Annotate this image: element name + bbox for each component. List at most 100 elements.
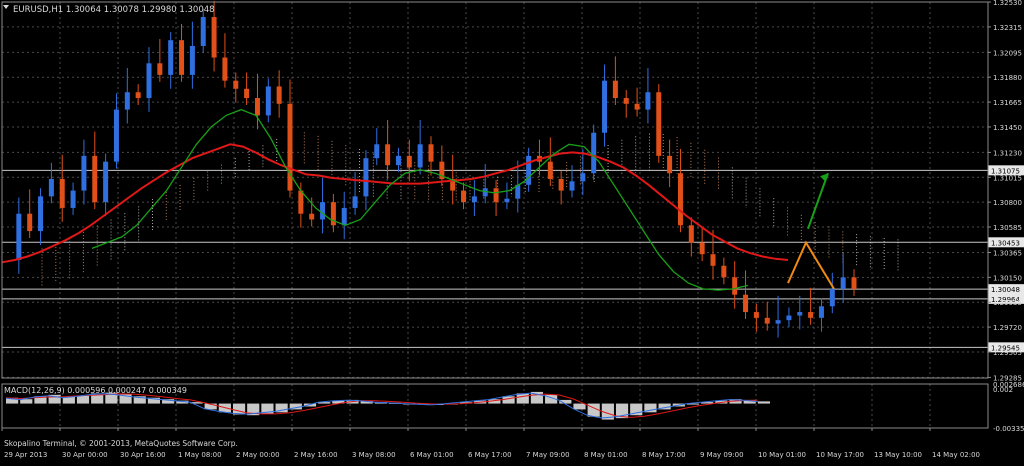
candle-body	[92, 155, 98, 203]
macd-bar	[573, 403, 586, 410]
candle-body	[645, 92, 651, 110]
price-tick-label: 1.30585	[993, 224, 1022, 232]
macd-bar	[516, 393, 529, 404]
time-tick-label: 8 May 01:00	[584, 451, 628, 459]
candle-body	[363, 158, 369, 197]
candle-body	[276, 86, 282, 104]
price-tick-label: 1.32315	[993, 24, 1022, 32]
candle-body	[677, 173, 683, 226]
candle-body	[320, 202, 326, 220]
candle-body	[200, 17, 206, 46]
candle-body	[124, 92, 130, 110]
candle-body	[146, 63, 152, 99]
candle-body	[471, 196, 477, 203]
candle-body	[157, 63, 163, 75]
candle-body	[753, 312, 759, 318]
chart-window[interactable]: 1.31075 1.30453 1.30048 1.29964 1.29545 1.32…	[0, 0, 1024, 462]
candle-body	[504, 198, 510, 203]
candle-body	[211, 17, 217, 58]
price-tick-label: 1.31665	[993, 99, 1022, 107]
candle-body	[775, 320, 781, 324]
candle-body	[222, 57, 228, 81]
macd-info-label: MACD(12,26,9) 0.000596 0.000247 0.000349	[4, 386, 187, 395]
candle-body	[732, 277, 738, 295]
candle-body	[16, 213, 22, 260]
time-tick-label: 2 May 16:00	[294, 451, 338, 459]
candle-body	[569, 181, 575, 191]
candle-body	[406, 155, 412, 168]
price-tick-label: 1.29720	[993, 324, 1022, 332]
candle-body	[168, 40, 174, 75]
candle-body	[710, 254, 716, 266]
candle-body	[341, 207, 347, 226]
macd-tick-label: 0.002	[993, 386, 1013, 394]
candle-body	[385, 144, 391, 166]
time-tick-label: 3 May 08:00	[352, 451, 396, 459]
price-tick-label: 1.30365	[993, 249, 1022, 257]
macd-bar	[757, 401, 770, 404]
candle-body	[38, 196, 44, 232]
time-tick-label: 7 May 09:00	[526, 451, 570, 459]
candle-body	[634, 103, 640, 110]
candle-body	[298, 190, 304, 214]
time-tick-label: 10 May 17:00	[816, 451, 864, 459]
time-tick-label: 10 May 01:00	[758, 451, 806, 459]
symbol-info-label: EURUSD,H1 1.30064 1.30078 1.29980 1.3004…	[13, 5, 215, 15]
copyright-label: Skopalino Terminal, © 2001-2013, MetaQuo…	[4, 439, 238, 448]
macd-bar	[502, 396, 515, 404]
price-tick-label: 1.29505	[993, 349, 1022, 357]
candle-body	[526, 155, 532, 185]
candle-body	[764, 317, 770, 324]
candle-body	[428, 144, 434, 162]
candle-body	[179, 40, 185, 75]
candle-body	[70, 190, 76, 208]
macd-bar	[232, 403, 246, 415]
candle-body	[818, 306, 824, 318]
candle-body	[395, 155, 401, 166]
candle-body	[189, 45, 195, 75]
time-tick-label: 9 May 09:00	[700, 451, 744, 459]
candle-body	[547, 161, 553, 180]
candle-body	[135, 92, 141, 99]
candle-body	[374, 144, 380, 159]
candle-body	[113, 109, 119, 162]
macd-bar	[20, 399, 33, 404]
candle-body	[265, 86, 271, 116]
candle-body	[786, 315, 792, 321]
price-tick-label: 1.31880	[993, 74, 1022, 82]
price-tick-label: 1.31230	[993, 149, 1022, 157]
candle-body	[797, 312, 803, 316]
time-tick-label: 30 Apr 00:00	[62, 451, 108, 459]
candle-body	[493, 188, 499, 203]
candle-body	[688, 225, 694, 243]
candle-body	[81, 155, 87, 191]
candle-body	[829, 288, 835, 307]
time-tick-label: 6 May 01:00	[410, 451, 454, 459]
candle-body	[244, 88, 250, 99]
candle-body	[461, 190, 467, 203]
candle-body	[27, 213, 33, 232]
time-tick-label: 6 May 17:00	[468, 451, 512, 459]
candle-body	[417, 144, 423, 168]
macd-bar	[76, 395, 90, 404]
candle-body	[602, 80, 608, 133]
level-price-label: 1.30048	[991, 286, 1020, 294]
candle-body	[743, 294, 749, 313]
price-chart-svg[interactable]: 1.310751.304531.300481.299641.29545 1.32…	[0, 0, 1024, 462]
price-tick-label: 1.31015	[993, 174, 1022, 182]
time-tick-label: 29 Apr 2013	[4, 451, 47, 459]
price-tick-label: 1.29935	[993, 299, 1022, 307]
time-tick-label: 2 May 00:00	[236, 451, 280, 459]
candle-body	[48, 179, 54, 197]
time-tick-label: 8 May 17:00	[642, 451, 686, 459]
candle-body	[103, 161, 109, 203]
candle-body	[667, 155, 673, 174]
candle-body	[59, 179, 65, 208]
candle-body	[591, 132, 597, 174]
candle-body	[580, 173, 586, 182]
candle-body	[352, 196, 358, 208]
candle-body	[851, 277, 857, 289]
candle-body	[309, 213, 315, 220]
candle-body	[254, 98, 260, 116]
candle-body	[840, 277, 846, 289]
